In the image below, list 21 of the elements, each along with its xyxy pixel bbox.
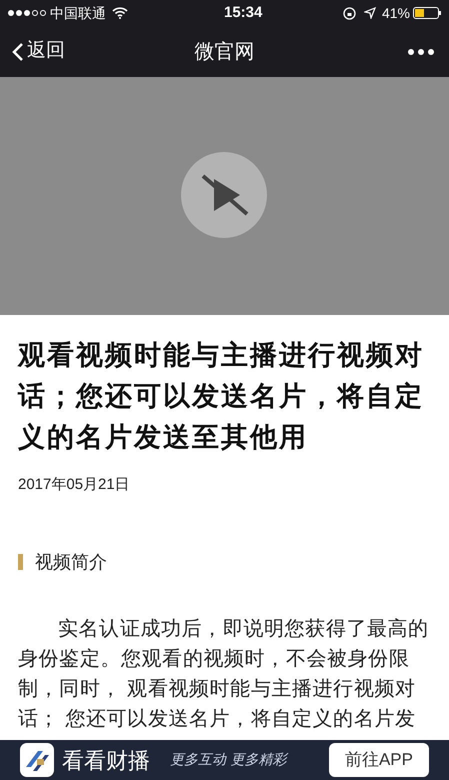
clock-time: 15:34 <box>224 2 262 23</box>
carrier-name: 中国联通 <box>50 4 106 22</box>
section-heading: 视频简介 <box>35 550 107 574</box>
battery-icon <box>413 7 441 19</box>
page-title: 微官网 <box>194 40 254 64</box>
back-button[interactable]: 返回 <box>12 37 65 66</box>
article-paragraph: 实名认证成功后，即说明您获得了最高的身份鉴定。您观看的视频时，不会被身份限制，同时， 观看视频时能与主播进行视频对话； 您还可以发送名片，将自定义的名片发 <box>18 616 430 732</box>
back-chevron-icon <box>12 42 24 62</box>
lock-rotation-icon <box>342 6 356 20</box>
more-icon[interactable] <box>408 48 434 54</box>
location-arrow-icon <box>364 7 376 19</box>
app-logo-icon <box>20 743 54 777</box>
signal-icon <box>8 10 46 16</box>
wifi-icon <box>112 7 128 19</box>
app-slogan: 更多互动 更多精彩 <box>170 750 286 770</box>
app-name: 看看财播 <box>62 746 150 774</box>
article-title: 观看视频时能与主播进行视频对话；您还可以发送名片，将自定义的名片发送至其他用 <box>18 339 425 454</box>
section-marker <box>18 554 23 570</box>
open-app-button[interactable]: 前往APP <box>328 743 429 777</box>
battery-percent: 41% <box>382 4 410 22</box>
article-date: 2017年05月21日 <box>18 475 131 495</box>
